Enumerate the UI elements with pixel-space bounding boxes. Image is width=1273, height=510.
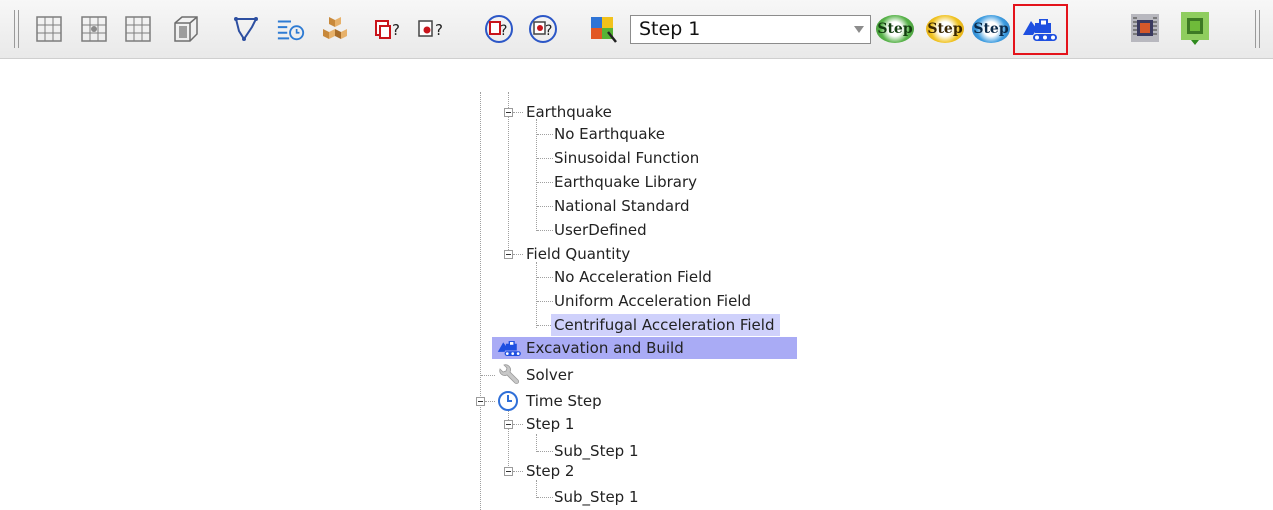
model-tree: Earthquake No Earthquake Sinusoidal Func… xyxy=(0,0,1273,510)
tree-node-no-acceleration-field[interactable]: No Acceleration Field xyxy=(554,266,712,288)
tree-node-no-earthquake[interactable]: No Earthquake xyxy=(554,123,665,145)
tree-node-step-1[interactable]: Step 1 xyxy=(526,413,574,435)
tree-branch-line xyxy=(536,262,537,328)
earthquake-expander[interactable] xyxy=(504,108,513,117)
tree-node-national-standard[interactable]: National Standard xyxy=(554,195,690,217)
tree-node-sinusoidal-function[interactable]: Sinusoidal Function xyxy=(554,147,699,169)
tree-node-field-quantity[interactable]: Field Quantity xyxy=(526,243,630,265)
tree-branch-line xyxy=(536,119,537,231)
tree-node-earthquake[interactable]: Earthquake xyxy=(526,101,612,123)
tree-node-earthquake-library[interactable]: Earthquake Library xyxy=(554,171,697,193)
tree-node-sub-step[interactable]: Sub_Step 1 xyxy=(554,486,639,508)
tree-node-step-2[interactable]: Step 2 xyxy=(526,460,574,482)
clock-icon xyxy=(498,391,518,411)
field-quantity-expander[interactable] xyxy=(504,250,513,259)
tree-root-line xyxy=(480,92,481,510)
tree-node-excavation-and-build[interactable]: Excavation and Build xyxy=(492,337,797,359)
tree-node-solver[interactable]: Solver xyxy=(526,364,573,386)
tree-branch-line xyxy=(536,434,537,452)
step1-expander[interactable] xyxy=(504,420,513,429)
tree-node-time-step[interactable]: Time Step xyxy=(526,390,602,412)
step2-expander[interactable] xyxy=(504,467,513,476)
tree-node-sub-step[interactable]: Sub_Step 1 xyxy=(554,440,639,462)
excavator-icon xyxy=(497,341,521,356)
tree-branch-line xyxy=(536,480,537,498)
tree-node-userdefined[interactable]: UserDefined xyxy=(554,219,647,241)
time-step-expander[interactable] xyxy=(476,397,485,406)
wrench-icon xyxy=(499,364,519,384)
tree-node-centrifugal-acceleration-field[interactable]: Centrifugal Acceleration Field xyxy=(551,314,781,336)
tree-node-uniform-acceleration-field[interactable]: Uniform Acceleration Field xyxy=(554,290,751,312)
